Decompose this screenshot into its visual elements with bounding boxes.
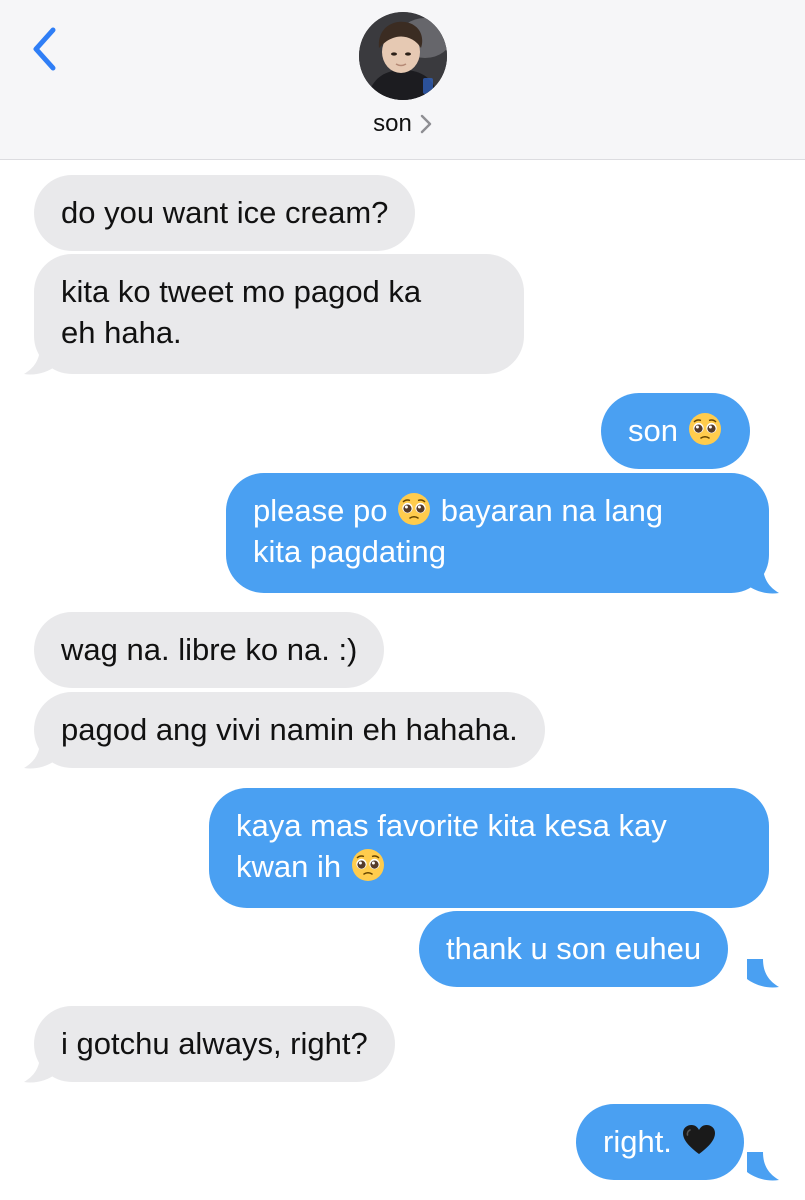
bubble-tail	[747, 959, 779, 988]
message-bubble-incoming[interactable]: kita ko tweet mo pagod ka eh haha.	[34, 254, 524, 374]
pleading-face-emoji	[687, 411, 723, 447]
pleading-face-emoji	[396, 491, 432, 527]
message-text-line: kita pagdating	[253, 534, 447, 569]
message-text-line: eh haha.	[61, 315, 182, 350]
bubble-tail	[24, 1054, 56, 1083]
message-bubble-outgoing[interactable]: son	[601, 393, 750, 469]
message-text: right.	[603, 1124, 672, 1159]
message-bubble-outgoing[interactable]: please po bayaran na lang kita pagdating	[226, 473, 769, 593]
chevron-left-icon	[33, 27, 56, 71]
contact-name-label: son	[373, 110, 412, 137]
message-text: do you want ice cream?	[61, 195, 389, 230]
message-text: please po	[253, 493, 388, 528]
message-text-line: kaya mas favorite kita kesa kay	[236, 808, 667, 843]
back-button[interactable]	[22, 22, 66, 76]
message-text: son	[628, 413, 678, 448]
message-bubble-incoming[interactable]: pagod ang vivi namin eh hahaha.	[34, 692, 545, 768]
black-heart-emoji	[681, 1122, 717, 1158]
message-bubble-outgoing[interactable]: thank u son euheu	[419, 911, 729, 987]
message-text: kwan ih	[236, 849, 342, 884]
message-bubble-incoming[interactable]: wag na. libre ko na. :)	[34, 612, 385, 688]
bubble-tail	[24, 346, 56, 375]
message-bubble-incoming[interactable]: do you want ice cream?	[34, 175, 416, 251]
contact-name-button[interactable]: son	[0, 108, 805, 140]
chevron-right-icon	[420, 114, 432, 134]
message-bubble-outgoing[interactable]: right.	[576, 1104, 744, 1180]
avatar-photo	[359, 12, 447, 100]
message-text: thank u son euheu	[446, 931, 702, 966]
message-text: bayaran na lang	[440, 493, 664, 528]
contact-avatar[interactable]	[359, 12, 447, 100]
message-bubble-incoming[interactable]: i gotchu always, right?	[34, 1006, 395, 1082]
pleading-face-emoji	[350, 847, 386, 883]
bubble-tail	[24, 740, 56, 769]
message-text: wag na. libre ko na. :)	[61, 632, 358, 667]
bubble-tail	[747, 1152, 779, 1181]
message-text-line: kita ko tweet mo pagod ka	[61, 274, 422, 309]
conversation-header: son	[0, 0, 805, 160]
message-text: pagod ang vivi namin eh hahaha.	[61, 712, 518, 747]
bubble-tail	[747, 565, 779, 594]
message-bubble-outgoing[interactable]: kaya mas favorite kita kesa kay kwan ih	[209, 788, 769, 908]
messages-screen: son do you want ice cream? kita ko tweet…	[0, 0, 805, 1200]
message-text: i gotchu always, right?	[61, 1026, 368, 1061]
